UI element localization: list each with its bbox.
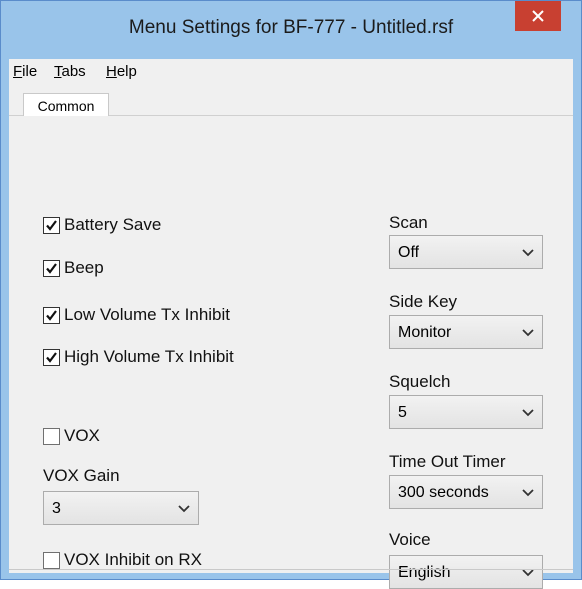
- time-out-timer-select[interactable]: 300 seconds: [389, 475, 543, 509]
- voice-label: Voice: [389, 530, 431, 549]
- close-button[interactable]: [515, 1, 561, 31]
- beep-checkbox[interactable]: Beep: [43, 258, 104, 278]
- chevron-down-icon: [522, 489, 534, 497]
- scan-value: Off: [398, 244, 420, 261]
- low-volume-tx-inhibit-label: Low Volume Tx Inhibit: [64, 305, 230, 324]
- menu-help[interactable]: Help: [106, 63, 137, 80]
- low-volume-tx-inhibit-checkbox[interactable]: Low Volume Tx Inhibit: [43, 305, 230, 325]
- vox-inhibit-on-rx-checkbox[interactable]: VOX Inhibit on RX: [43, 550, 202, 570]
- checkbox-box: [43, 348, 60, 366]
- side-key-value: Monitor: [398, 324, 452, 341]
- side-key-select[interactable]: Monitor: [389, 315, 543, 349]
- chevron-down-icon: [522, 249, 534, 257]
- menu-tabs[interactable]: Tabs: [54, 63, 86, 80]
- chevron-down-icon: [178, 505, 190, 513]
- squelch-label: Squelch: [389, 372, 451, 391]
- squelch-value: 5: [398, 404, 407, 421]
- vox-label: VOX: [64, 426, 100, 445]
- tab-common[interactable]: Common: [23, 93, 109, 117]
- checkmark-icon: [46, 351, 57, 363]
- status-divider: [9, 569, 573, 570]
- close-icon: [532, 10, 544, 22]
- side-key-label: Side Key: [389, 292, 458, 311]
- chevron-down-icon: [522, 329, 534, 337]
- checkbox-box: [43, 216, 60, 234]
- common-panel: Battery Save Beep Low Volume Tx Inhibit …: [17, 116, 565, 589]
- battery-save-checkbox[interactable]: Battery Save: [43, 215, 161, 235]
- menu-file[interactable]: File: [13, 63, 37, 80]
- checkbox-box: [43, 551, 60, 569]
- client-area: File Tabs Help Common Battery Save Beep: [9, 59, 573, 589]
- scan-select[interactable]: Off: [389, 235, 543, 269]
- time-out-timer-value: 300 seconds: [398, 484, 489, 501]
- vox-checkbox[interactable]: VOX: [43, 426, 100, 446]
- chevron-down-icon: [522, 409, 534, 417]
- title-bar[interactable]: Menu Settings for BF-777 - Untitled.rsf: [1, 1, 581, 59]
- checkmark-icon: [46, 262, 57, 274]
- vox-gain-value: 3: [52, 500, 61, 517]
- window-frame: Menu Settings for BF-777 - Untitled.rsf …: [0, 0, 582, 589]
- vox-gain-label: VOX Gain: [43, 466, 120, 485]
- time-out-timer-label: Time Out Timer: [389, 452, 506, 471]
- menu-bar: File Tabs Help: [9, 59, 573, 85]
- checkbox-box: [43, 259, 60, 277]
- battery-save-label: Battery Save: [64, 215, 162, 234]
- window-title: Menu Settings for BF-777 - Untitled.rsf: [128, 17, 454, 38]
- checkbox-box: [43, 427, 60, 445]
- squelch-select[interactable]: 5: [389, 395, 543, 429]
- checkmark-icon: [46, 219, 57, 231]
- vox-gain-select[interactable]: 3: [43, 491, 199, 525]
- high-volume-tx-inhibit-checkbox[interactable]: High Volume Tx Inhibit: [43, 347, 234, 367]
- beep-label: Beep: [64, 258, 104, 277]
- vox-inhibit-on-rx-label: VOX Inhibit on RX: [64, 550, 202, 569]
- voice-value: English: [398, 564, 451, 581]
- high-volume-tx-inhibit-label: High Volume Tx Inhibit: [64, 347, 234, 366]
- checkbox-box: [43, 306, 60, 324]
- scan-label: Scan: [389, 213, 428, 232]
- voice-select[interactable]: English: [389, 555, 543, 589]
- checkmark-icon: [46, 309, 57, 321]
